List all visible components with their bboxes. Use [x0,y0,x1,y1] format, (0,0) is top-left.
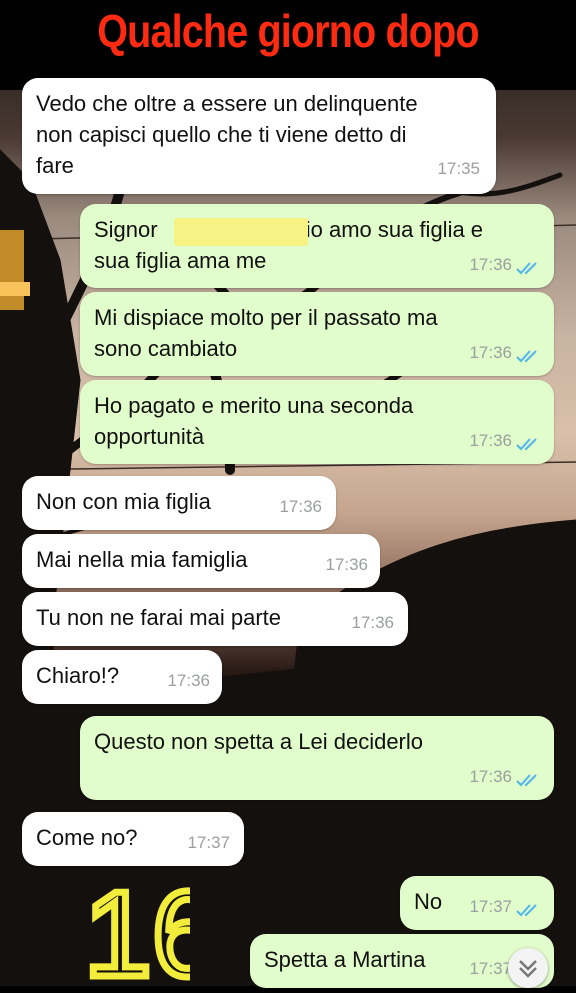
message-incoming[interactable]: Chiaro!? 17:36 [22,650,222,704]
message-time: 17:35 [437,159,480,178]
double-check-icon [516,438,537,451]
message-time: 17:36 [469,343,512,362]
message-text: Tu non ne farai mai parte [36,605,281,630]
scroll-down-button[interactable] [508,948,548,988]
message-time: 17:36 [167,671,210,690]
message-time: 17:37 [469,897,512,916]
double-check-icon [516,262,537,275]
chevron-double-down-icon [519,960,537,978]
message-time: 17:36 [469,767,512,786]
redaction-highlight [174,218,308,246]
message-incoming[interactable]: Non con mia figlia 17:36 [22,476,336,530]
message-incoming[interactable]: Come no? 17:37 [22,812,244,866]
message-time: 17:36 [279,497,322,516]
page-title: Qualche giorno dopo [97,5,479,57]
message-time: 17:37 [469,959,512,978]
message-outgoing[interactable]: Mi dispiace molto per il passato ma sono… [80,292,554,376]
message-text-start: Signor [94,217,164,242]
message-text: Mai nella mia famiglia [36,547,248,572]
message-incoming[interactable]: Vedo che oltre a essere un delinquente n… [22,78,496,194]
message-outgoing[interactable]: Ho pagato e merito una seconda opportuni… [80,380,554,464]
message-outgoing[interactable]: No 17:37 [400,876,554,930]
message-time: 17:36 [469,431,512,450]
annotation-number-text: 16 [84,868,190,986]
message-text: Vedo che oltre a essere un delinquente n… [36,91,418,178]
message-incoming[interactable]: Tu non ne farai mai parte 17:36 [22,592,408,646]
double-check-icon [516,774,537,787]
message-time: 17:37 [187,833,230,852]
message-time: 17:36 [351,613,394,632]
annotation-number-16: 16 [81,868,191,986]
double-check-icon [516,350,537,363]
message-time: 17:36 [325,555,368,574]
message-text: Questo non spetta a Lei deciderlo [94,729,424,754]
message-incoming[interactable]: Mai nella mia famiglia 17:36 [22,534,380,588]
message-outgoing[interactable]: Questo non spetta a Lei deciderlo 17:36 [80,716,554,800]
message-time: 17:36 [469,255,512,274]
double-check-icon [516,904,537,917]
message-outgoing[interactable]: Signor io amo sua figlia e sua figlia am… [80,204,554,288]
